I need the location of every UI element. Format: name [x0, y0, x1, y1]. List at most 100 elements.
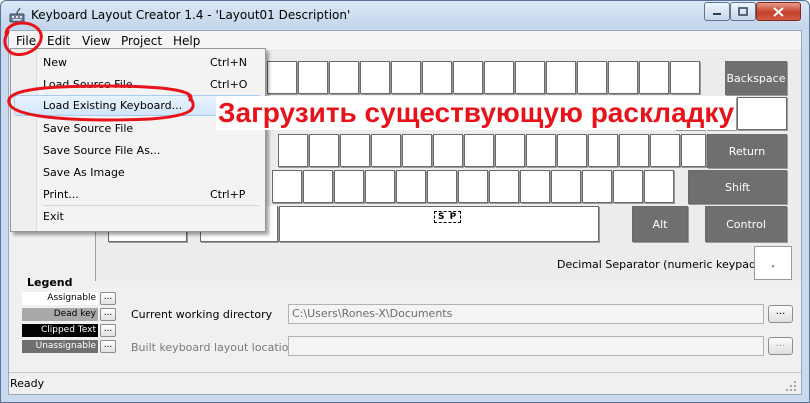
title-bar[interactable]: Keyboard Layout Creator 1.4 - 'Layout01 … [1, 1, 809, 29]
key[interactable] [422, 61, 452, 94]
maximize-icon [738, 7, 748, 16]
key[interactable] [557, 134, 587, 167]
legend-unassignable: Unassignable [22, 340, 98, 353]
decimal-separator-key[interactable]: . [754, 246, 792, 280]
status-bar: Ready [9, 372, 801, 394]
key[interactable] [577, 61, 607, 94]
cwd-browse-button[interactable]: ... [768, 305, 793, 323]
key[interactable] [402, 134, 432, 167]
menu-item-print[interactable]: Print... Ctrl+P [14, 184, 262, 205]
key[interactable] [278, 134, 308, 167]
built-location-browse-button[interactable]: ... [768, 337, 793, 355]
legend-dead-key-button[interactable]: ... [100, 308, 116, 321]
return-key[interactable]: Return [707, 134, 787, 168]
minimize-icon [713, 12, 721, 15]
menu-item-load-source-file[interactable]: Load Source File... Ctrl+O [14, 74, 262, 95]
key[interactable] [329, 61, 359, 94]
key[interactable] [396, 170, 426, 203]
key[interactable] [613, 170, 643, 203]
key[interactable] [272, 170, 302, 203]
key[interactable] [298, 61, 328, 94]
built-location-label: Built keyboard layout location [131, 341, 296, 354]
menu-item-save-as-image[interactable]: Save As Image [14, 162, 262, 183]
key[interactable] [551, 170, 581, 203]
menu-item-label: Save Source File As... [43, 144, 161, 157]
keyboard-app-icon [9, 7, 25, 23]
key[interactable] [391, 61, 421, 94]
key[interactable] [582, 170, 612, 203]
key[interactable] [371, 134, 401, 167]
menu-item-label: Load Existing Keyboard... [43, 99, 183, 112]
legend-clipped-text: Clipped Text [22, 324, 98, 337]
key[interactable] [360, 61, 390, 94]
cwd-field[interactable]: C:\Users\Rones-X\Documents [288, 304, 764, 324]
key[interactable] [453, 61, 483, 94]
menu-project[interactable]: Project [121, 34, 162, 48]
built-location-field[interactable] [288, 336, 764, 356]
menu-item-label: Save As Image [43, 166, 125, 179]
key[interactable] [526, 134, 556, 167]
key[interactable] [495, 134, 525, 167]
spacebar-label: S P [434, 211, 462, 223]
key[interactable] [334, 170, 364, 203]
key[interactable] [464, 134, 494, 167]
legend-assignable: Assignable [22, 292, 98, 305]
file-menu-dropdown: New Ctrl+N Load Source File... Ctrl+O Lo… [10, 48, 266, 232]
key[interactable] [670, 61, 700, 94]
shift-key[interactable]: Shift [688, 170, 787, 204]
resize-grip-icon[interactable] [785, 380, 797, 392]
key[interactable] [309, 134, 339, 167]
key[interactable] [520, 170, 550, 203]
status-text: Ready [10, 377, 45, 390]
key[interactable] [267, 61, 297, 94]
annotation-caption: Загрузить существующую раскладку [216, 96, 737, 130]
key[interactable] [515, 61, 545, 94]
key[interactable] [644, 170, 674, 203]
alt-key[interactable]: Alt [632, 206, 688, 242]
key[interactable] [303, 170, 333, 203]
menu-item-exit[interactable]: Exit [14, 206, 262, 227]
menu-item-shortcut: Ctrl+P [210, 188, 246, 201]
key[interactable] [639, 61, 669, 94]
key[interactable] [619, 134, 649, 167]
key[interactable] [650, 134, 680, 167]
key[interactable] [588, 134, 618, 167]
minimize-button[interactable] [704, 2, 730, 21]
window-title: Keyboard Layout Creator 1.4 - 'Layout01 … [31, 8, 351, 22]
key[interactable] [737, 97, 787, 130]
menu-view[interactable]: View [82, 34, 110, 48]
maximize-button[interactable] [730, 2, 756, 21]
menu-edit[interactable]: Edit [47, 34, 70, 48]
menu-item-label: New [43, 56, 67, 69]
key[interactable] [484, 61, 514, 94]
key[interactable] [546, 61, 576, 94]
menu-item-shortcut: Ctrl+N [210, 56, 248, 69]
close-icon [773, 6, 784, 17]
menu-item-save-source-file-as[interactable]: Save Source File As... [14, 140, 262, 161]
key[interactable] [458, 170, 488, 203]
key[interactable] [433, 134, 463, 167]
decimal-separator-label: Decimal Separator (numeric keypad) [557, 258, 761, 271]
key[interactable] [608, 61, 638, 94]
key[interactable] [681, 134, 706, 167]
menu-item-new[interactable]: New Ctrl+N [14, 52, 262, 73]
close-button[interactable] [756, 2, 801, 21]
legend-title: Legend [27, 276, 73, 289]
legend-assignable-button[interactable]: ... [100, 292, 116, 305]
control-key[interactable]: Control [705, 206, 787, 242]
legend-clipped-text-button[interactable]: ... [100, 324, 116, 337]
legend-dead-key: Dead key [22, 308, 98, 321]
key[interactable] [489, 170, 519, 203]
menu-item-label: Load Source File... [43, 78, 144, 91]
backspace-key[interactable]: Backspace [725, 61, 787, 95]
legend-unassignable-button[interactable]: ... [100, 340, 116, 353]
key[interactable] [340, 134, 370, 167]
menu-item-label: Save Source File [43, 122, 134, 135]
menu-help[interactable]: Help [173, 34, 200, 48]
menu-file[interactable]: File [16, 34, 36, 48]
cwd-label: Current working directory [131, 308, 273, 321]
key[interactable] [365, 170, 395, 203]
key[interactable] [427, 170, 457, 203]
menu-item-label: Print... [43, 188, 79, 201]
menu-item-label: Exit [43, 210, 64, 223]
